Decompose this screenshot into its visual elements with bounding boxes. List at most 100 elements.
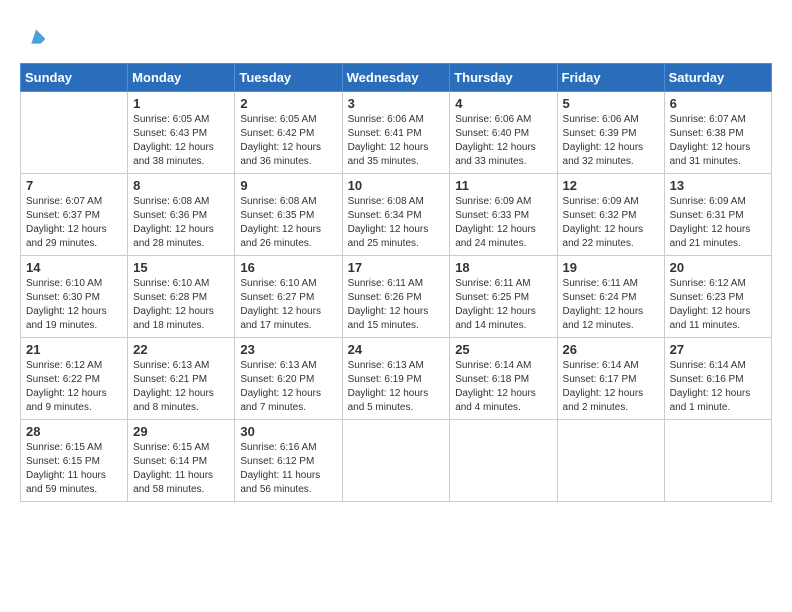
day-info: Sunrise: 6:11 AMSunset: 6:25 PMDaylight:… bbox=[455, 277, 551, 333]
day-number: 8 bbox=[133, 178, 229, 193]
day-info: Sunrise: 6:06 AMSunset: 6:41 PMDaylight:… bbox=[348, 113, 445, 169]
day-info: Sunrise: 6:06 AMSunset: 6:39 PMDaylight:… bbox=[563, 113, 659, 169]
day-info: Sunrise: 6:09 AMSunset: 6:31 PMDaylight:… bbox=[670, 195, 766, 251]
weekday-header-saturday: Saturday bbox=[664, 64, 771, 92]
day-info: Sunrise: 6:12 AMSunset: 6:22 PMDaylight:… bbox=[26, 359, 122, 415]
calendar-cell: 30 Sunrise: 6:16 AMSunset: 6:12 PMDayligh… bbox=[235, 420, 342, 502]
calendar-cell: 18 Sunrise: 6:11 AMSunset: 6:25 PMDayligh… bbox=[450, 256, 557, 338]
weekday-header-row: SundayMondayTuesdayWednesdayThursdayFrid… bbox=[21, 64, 772, 92]
day-info: Sunrise: 6:15 AMSunset: 6:14 PMDaylight:… bbox=[133, 441, 229, 497]
calendar-cell: 7 Sunrise: 6:07 AMSunset: 6:37 PMDaylight… bbox=[21, 174, 128, 256]
calendar-cell: 14 Sunrise: 6:10 AMSunset: 6:30 PMDayligh… bbox=[21, 256, 128, 338]
weekday-header-thursday: Thursday bbox=[450, 64, 557, 92]
week-row-4: 21Sunrise: 6:12 AMSunset: 6:22 PMDayligh… bbox=[21, 338, 772, 420]
day-info: Sunrise: 6:05 AMSunset: 6:42 PMDaylight:… bbox=[240, 113, 336, 169]
weekday-header-friday: Friday bbox=[557, 64, 664, 92]
week-row-2: 7 Sunrise: 6:07 AMSunset: 6:37 PMDaylight… bbox=[21, 174, 772, 256]
day-number: 18 bbox=[455, 260, 551, 275]
day-number: 12 bbox=[563, 178, 659, 193]
day-info: Sunrise: 6:11 AMSunset: 6:24 PMDaylight:… bbox=[563, 277, 659, 333]
day-info: Sunrise: 6:11 AMSunset: 6:26 PMDaylight:… bbox=[348, 277, 445, 333]
day-number: 20 bbox=[670, 260, 766, 275]
calendar-cell: 2 Sunrise: 6:05 AMSunset: 6:42 PMDaylight… bbox=[235, 92, 342, 174]
day-number: 6 bbox=[670, 96, 766, 111]
week-row-3: 14 Sunrise: 6:10 AMSunset: 6:30 PMDayligh… bbox=[21, 256, 772, 338]
day-info: Sunrise: 6:08 AMSunset: 6:35 PMDaylight:… bbox=[240, 195, 336, 251]
weekday-header-sunday: Sunday bbox=[21, 64, 128, 92]
day-number: 29 bbox=[133, 424, 229, 439]
day-number: 26 bbox=[563, 342, 659, 357]
calendar-cell: 11Sunrise: 6:09 AMSunset: 6:33 PMDayligh… bbox=[450, 174, 557, 256]
day-info: Sunrise: 6:16 AMSunset: 6:12 PMDaylight:… bbox=[240, 441, 336, 497]
week-row-5: 28 Sunrise: 6:15 AMSunset: 6:15 PMDayligh… bbox=[21, 420, 772, 502]
day-number: 13 bbox=[670, 178, 766, 193]
day-number: 3 bbox=[348, 96, 445, 111]
day-number: 24 bbox=[348, 342, 445, 357]
day-info: Sunrise: 6:13 AMSunset: 6:19 PMDaylight:… bbox=[348, 359, 445, 415]
day-number: 30 bbox=[240, 424, 336, 439]
calendar-cell: 20 Sunrise: 6:12 AMSunset: 6:23 PMDayligh… bbox=[664, 256, 771, 338]
calendar-cell: 27Sunrise: 6:14 AMSunset: 6:16 PMDayligh… bbox=[664, 338, 771, 420]
calendar-cell bbox=[342, 420, 450, 502]
day-number: 25 bbox=[455, 342, 551, 357]
calendar-cell: 26 Sunrise: 6:14 AMSunset: 6:17 PMDayligh… bbox=[557, 338, 664, 420]
calendar-cell bbox=[557, 420, 664, 502]
calendar-cell: 5 Sunrise: 6:06 AMSunset: 6:39 PMDaylight… bbox=[557, 92, 664, 174]
calendar-cell: 17 Sunrise: 6:11 AMSunset: 6:26 PMDayligh… bbox=[342, 256, 450, 338]
calendar-cell: 1 Sunrise: 6:05 AMSunset: 6:43 PMDaylight… bbox=[128, 92, 235, 174]
day-info: Sunrise: 6:15 AMSunset: 6:15 PMDaylight:… bbox=[26, 441, 122, 497]
day-number: 9 bbox=[240, 178, 336, 193]
calendar-cell: 16 Sunrise: 6:10 AMSunset: 6:27 PMDayligh… bbox=[235, 256, 342, 338]
calendar-cell: 24 Sunrise: 6:13 AMSunset: 6:19 PMDayligh… bbox=[342, 338, 450, 420]
calendar-cell: 23 Sunrise: 6:13 AMSunset: 6:20 PMDayligh… bbox=[235, 338, 342, 420]
calendar-cell bbox=[21, 92, 128, 174]
calendar-cell bbox=[450, 420, 557, 502]
logo-icon bbox=[22, 25, 50, 53]
calendar-cell: 12 Sunrise: 6:09 AMSunset: 6:32 PMDayligh… bbox=[557, 174, 664, 256]
calendar-cell: 8 Sunrise: 6:08 AMSunset: 6:36 PMDaylight… bbox=[128, 174, 235, 256]
day-number: 22 bbox=[133, 342, 229, 357]
calendar-cell: 9 Sunrise: 6:08 AMSunset: 6:35 PMDaylight… bbox=[235, 174, 342, 256]
day-info: Sunrise: 6:06 AMSunset: 6:40 PMDaylight:… bbox=[455, 113, 551, 169]
calendar-table: SundayMondayTuesdayWednesdayThursdayFrid… bbox=[20, 63, 772, 502]
day-info: Sunrise: 6:10 AMSunset: 6:30 PMDaylight:… bbox=[26, 277, 122, 333]
day-number: 23 bbox=[240, 342, 336, 357]
day-info: Sunrise: 6:09 AMSunset: 6:32 PMDaylight:… bbox=[563, 195, 659, 251]
day-info: Sunrise: 6:08 AMSunset: 6:36 PMDaylight:… bbox=[133, 195, 229, 251]
week-row-1: 1 Sunrise: 6:05 AMSunset: 6:43 PMDaylight… bbox=[21, 92, 772, 174]
calendar-cell: 25 Sunrise: 6:14 AMSunset: 6:18 PMDayligh… bbox=[450, 338, 557, 420]
day-number: 2 bbox=[240, 96, 336, 111]
calendar-cell bbox=[664, 420, 771, 502]
day-number: 4 bbox=[455, 96, 551, 111]
day-number: 7 bbox=[26, 178, 122, 193]
day-info: Sunrise: 6:10 AMSunset: 6:28 PMDaylight:… bbox=[133, 277, 229, 333]
weekday-header-tuesday: Tuesday bbox=[235, 64, 342, 92]
logo bbox=[20, 25, 50, 53]
day-info: Sunrise: 6:07 AMSunset: 6:37 PMDaylight:… bbox=[26, 195, 122, 251]
day-info: Sunrise: 6:12 AMSunset: 6:23 PMDaylight:… bbox=[670, 277, 766, 333]
day-info: Sunrise: 6:08 AMSunset: 6:34 PMDaylight:… bbox=[348, 195, 445, 251]
day-number: 28 bbox=[26, 424, 122, 439]
day-number: 5 bbox=[563, 96, 659, 111]
day-info: Sunrise: 6:14 AMSunset: 6:18 PMDaylight:… bbox=[455, 359, 551, 415]
calendar-cell: 6Sunrise: 6:07 AMSunset: 6:38 PMDaylight… bbox=[664, 92, 771, 174]
calendar-cell: 15Sunrise: 6:10 AMSunset: 6:28 PMDayligh… bbox=[128, 256, 235, 338]
day-info: Sunrise: 6:09 AMSunset: 6:33 PMDaylight:… bbox=[455, 195, 551, 251]
weekday-header-wednesday: Wednesday bbox=[342, 64, 450, 92]
calendar-cell: 13 Sunrise: 6:09 AMSunset: 6:31 PMDayligh… bbox=[664, 174, 771, 256]
day-number: 16 bbox=[240, 260, 336, 275]
day-number: 1 bbox=[133, 96, 229, 111]
day-number: 17 bbox=[348, 260, 445, 275]
calendar-cell: 3 Sunrise: 6:06 AMSunset: 6:41 PMDaylight… bbox=[342, 92, 450, 174]
day-number: 14 bbox=[26, 260, 122, 275]
day-number: 19 bbox=[563, 260, 659, 275]
calendar-cell: 4 Sunrise: 6:06 AMSunset: 6:40 PMDaylight… bbox=[450, 92, 557, 174]
day-info: Sunrise: 6:05 AMSunset: 6:43 PMDaylight:… bbox=[133, 113, 229, 169]
weekday-header-monday: Monday bbox=[128, 64, 235, 92]
day-info: Sunrise: 6:13 AMSunset: 6:21 PMDaylight:… bbox=[133, 359, 229, 415]
calendar-cell: 19 Sunrise: 6:11 AMSunset: 6:24 PMDayligh… bbox=[557, 256, 664, 338]
day-info: Sunrise: 6:13 AMSunset: 6:20 PMDaylight:… bbox=[240, 359, 336, 415]
day-info: Sunrise: 6:14 AMSunset: 6:17 PMDaylight:… bbox=[563, 359, 659, 415]
day-info: Sunrise: 6:10 AMSunset: 6:27 PMDaylight:… bbox=[240, 277, 336, 333]
day-info: Sunrise: 6:14 AMSunset: 6:16 PMDaylight:… bbox=[670, 359, 766, 415]
